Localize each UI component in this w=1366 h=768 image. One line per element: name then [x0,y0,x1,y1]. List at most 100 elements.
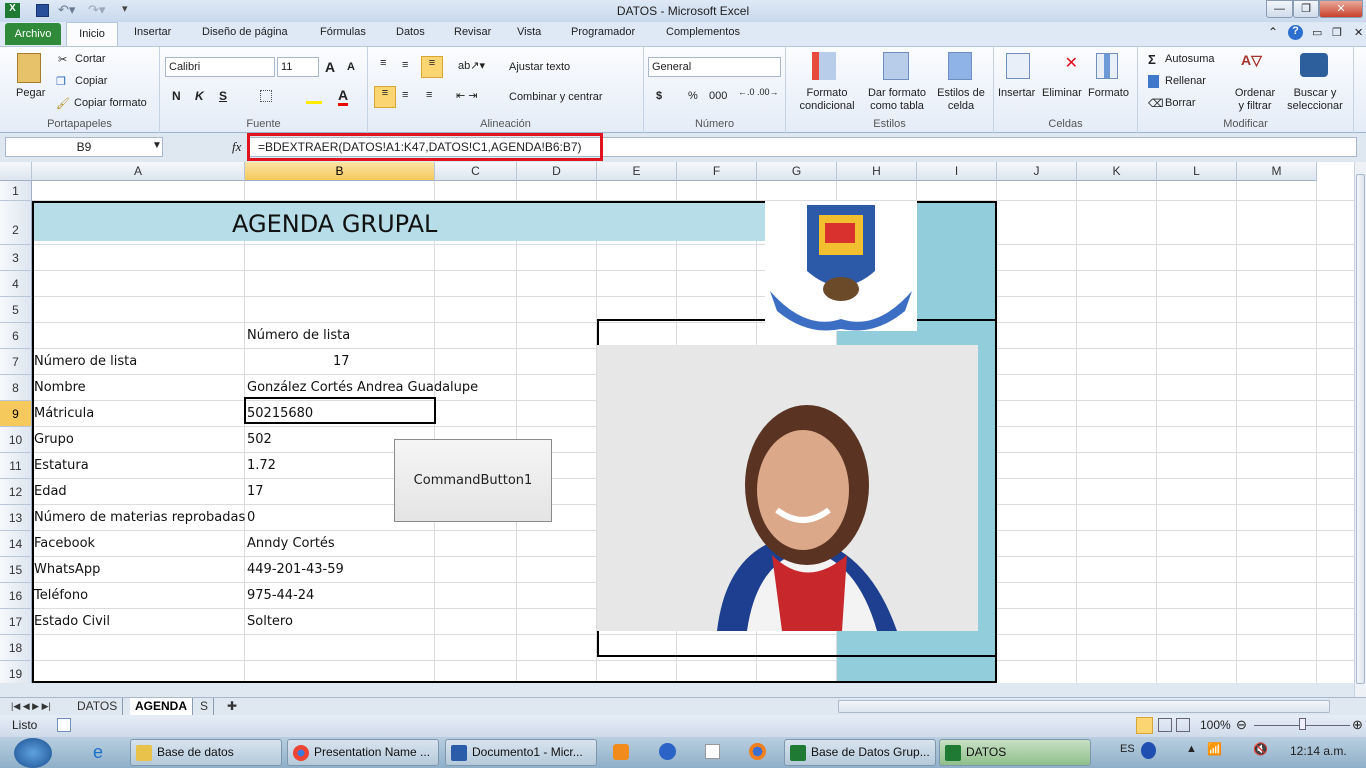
normal-view-icon[interactable] [1136,717,1153,734]
wrap-text-button[interactable]: Ajustar texto [509,61,570,73]
insert-button[interactable]: Insertar [998,87,1035,99]
merge-center-button[interactable]: Combinar y centrar [509,91,603,103]
italic-button[interactable]: K [195,89,204,103]
name-box-dropdown-icon[interactable]: ▼ [152,140,162,151]
cell-styles-button[interactable]: Estilos de celda [934,87,988,113]
row-header-1[interactable]: 1 [0,181,32,201]
taskbar-item-excel-datos[interactable]: DATOS [939,739,1091,766]
column-header-L[interactable]: L [1157,162,1237,181]
tab-diseno-pagina[interactable]: Diseño de página [202,26,288,38]
ie-icon[interactable]: e [93,742,103,763]
column-header-K[interactable]: K [1077,162,1157,181]
row-header-12[interactable]: 12 [0,479,32,505]
network-icon[interactable]: 📶 [1207,742,1222,756]
tab-revisar[interactable]: Revisar [454,26,491,38]
minimize-ribbon-icon[interactable]: ⌃ [1268,25,1278,39]
help-icon[interactable]: ? [1288,25,1303,40]
horizontal-scrollbar[interactable] [838,700,1330,713]
minimize-button[interactable]: — [1266,0,1293,18]
shrink-font-button[interactable]: A [347,61,355,73]
zoom-out-icon[interactable]: ⊖ [1236,717,1247,733]
align-center-icon[interactable]: ≡ [402,89,408,101]
language-indicator[interactable]: ES [1120,743,1135,755]
search-app-icon[interactable] [659,743,676,760]
tab-datos[interactable]: Datos [396,26,425,38]
record-value[interactable]: 502 [247,432,272,447]
paste-button[interactable]: Pegar [16,87,45,99]
workbook-restore-icon[interactable]: ❐ [1332,26,1342,39]
vertical-scroll-thumb[interactable] [1356,174,1365,684]
cut-button[interactable]: Cortar [75,53,106,65]
restore-button[interactable]: ❐ [1293,0,1319,18]
start-button[interactable] [14,738,52,768]
orientation-icon[interactable]: ab↗▾ [458,59,485,72]
fill-button[interactable]: Rellenar [1165,75,1206,87]
media-player-icon[interactable] [613,744,629,760]
row-header-16[interactable]: 16 [0,583,32,609]
column-header-J[interactable]: J [997,162,1077,181]
row-header-2[interactable]: 2 [0,201,32,245]
row-header-8[interactable]: 8 [0,375,32,401]
row-header-19[interactable]: 19 [0,661,32,683]
format-painter-button[interactable]: Copiar formato [74,97,147,109]
column-header-A[interactable]: A [32,162,245,181]
column-header-E[interactable]: E [597,162,677,181]
help-tray-icon[interactable] [1141,742,1156,759]
volume-muted-icon[interactable]: 🔇 [1253,742,1268,756]
thousands-button[interactable]: 000 [709,90,727,102]
row-header-18[interactable]: 18 [0,635,32,661]
record-value[interactable]: 0 [247,510,255,525]
tab-vista[interactable]: Vista [517,26,541,38]
record-value[interactable]: 17 [247,484,264,499]
clock[interactable]: 12:14 a.m. [1290,744,1347,758]
record-value[interactable]: Soltero [247,614,293,629]
column-header-C[interactable]: C [435,162,517,181]
tab-archivo[interactable]: Archivo [5,23,61,45]
sheet-tab-datos[interactable]: DATOS [72,698,124,715]
record-value[interactable]: 17 [333,354,350,369]
page-break-view-icon[interactable] [1176,718,1190,732]
row-header-4[interactable]: 4 [0,271,32,297]
format-button[interactable]: Formato [1088,87,1129,99]
clear-button[interactable]: Borrar [1165,97,1196,109]
align-right-icon[interactable]: ≡ [426,89,432,101]
macro-record-icon[interactable] [57,718,71,732]
column-header-M[interactable]: M [1237,162,1317,181]
tab-inicio[interactable]: Inicio [66,22,118,47]
column-header-D[interactable]: D [517,162,597,181]
row-header-15[interactable]: 15 [0,557,32,583]
bold-button[interactable]: N [172,89,181,103]
align-middle-icon[interactable]: ≡ [402,59,408,71]
indent-icons[interactable]: ⇤ ⇥ [456,89,478,102]
font-color-button[interactable]: A [338,87,349,106]
row-header-7[interactable]: 7 [0,349,32,375]
show-hidden-icons[interactable]: ▲ [1186,743,1197,755]
zoom-level[interactable]: 100% [1200,718,1231,732]
grow-font-button[interactable]: A [325,59,335,75]
row-header-6[interactable]: 6 [0,323,32,349]
align-bottom-icon[interactable]: ≡ [421,56,443,78]
sheet-nav-arrows[interactable]: |◀ ◀ ▶ ▶| [6,698,56,715]
column-header-I[interactable]: I [917,162,997,181]
command-button[interactable]: CommandButton1 [394,439,552,522]
sheet-tab-s[interactable]: S [195,698,215,715]
number-format-select[interactable]: General [648,57,781,77]
tab-formulas[interactable]: Fórmulas [320,26,366,38]
firefox-icon[interactable] [749,743,766,760]
row-header-9[interactable]: 9 [0,401,32,427]
percent-button[interactable]: % [688,90,698,102]
record-value[interactable]: 449-201-43-59 [247,562,344,577]
row-header-17[interactable]: 17 [0,609,32,635]
autosum-button[interactable]: Autosuma [1165,53,1215,65]
spreadsheet-grid[interactable]: ABCDEFGHIJKLM 1 2 3 4 5 6 7 8 9 10 11 12 13 14 15 16 17 1… [0,162,1354,683]
conditional-format-button[interactable]: Formato condicional [792,87,862,113]
zoom-slider-thumb[interactable] [1299,718,1306,730]
underline-button[interactable]: S [219,89,227,103]
column-header-G[interactable]: G [757,162,837,181]
vertical-scrollbar[interactable] [1354,162,1366,697]
taskbar-item-word[interactable]: Documento1 - Micr... [445,739,597,766]
delete-button[interactable]: Eliminar [1042,87,1082,99]
fill-color-icon[interactable] [306,101,322,104]
record-value[interactable]: 1.72 [247,458,276,473]
tab-insertar[interactable]: Insertar [134,26,171,38]
